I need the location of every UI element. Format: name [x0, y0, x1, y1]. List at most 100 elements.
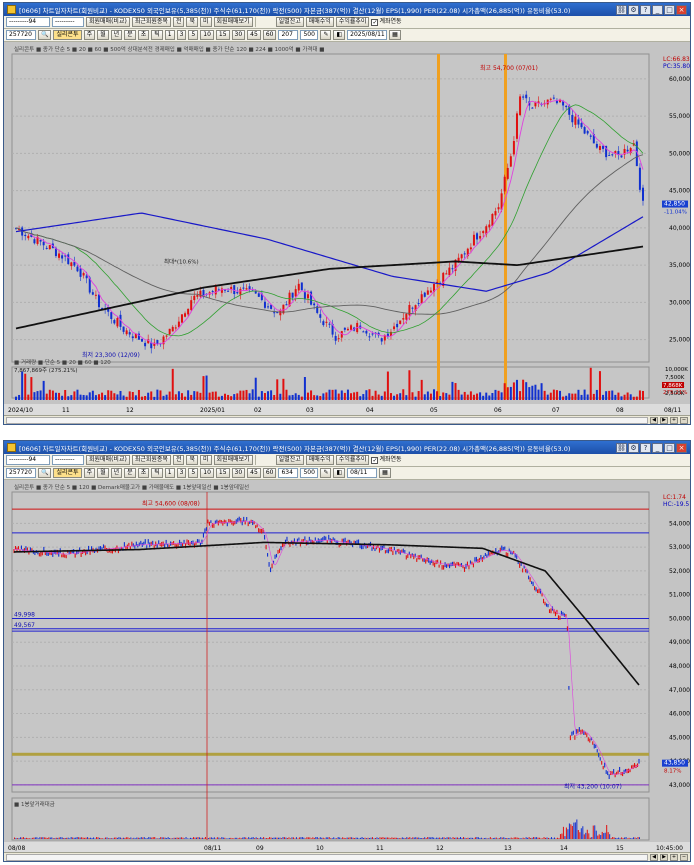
bar-total-input[interactable]: 500 — [300, 468, 319, 478]
search-icon[interactable]: 🔍 — [38, 468, 52, 478]
draw-tool-icon[interactable]: ✎ — [320, 30, 332, 40]
unfilled-button[interactable]: 미 — [200, 17, 212, 27]
stock-name-field[interactable]: 실리콘투 — [53, 30, 82, 40]
stock-code-input[interactable]: 257720 — [6, 30, 36, 40]
link-icon[interactable]: ⛓ — [616, 442, 627, 453]
settings-icon[interactable]: ⚙ — [628, 442, 639, 453]
maximize-icon[interactable]: □ — [664, 442, 675, 453]
maximize-icon[interactable]: □ — [664, 4, 675, 15]
period-10[interactable]: 10 — [200, 30, 214, 40]
search-icon[interactable]: 🔍 — [38, 30, 52, 40]
return-trend-button[interactable]: 수익률추이 — [335, 17, 370, 27]
daily-chart-svg[interactable]: 60,000 55,000 50,000 45,000 40,000 35,000 30,0… — [4, 42, 690, 415]
bar-total-input[interactable]: 500 — [300, 30, 319, 40]
daily-balance-button[interactable]: 일별잔고 — [275, 17, 304, 27]
link-icon[interactable]: ⛓ — [616, 4, 627, 15]
prev-button[interactable]: 전 — [172, 455, 185, 465]
bar-count-input[interactable]: 634 — [278, 468, 299, 478]
member-compare-button[interactable]: 회원매매(비교) — [86, 17, 130, 27]
period-1[interactable]: 1 — [164, 30, 175, 40]
calendar-icon[interactable]: ▦ — [379, 468, 391, 478]
period-15[interactable]: 15 — [215, 468, 230, 478]
date-input[interactable]: 2025/08/11 — [347, 30, 388, 40]
period-3[interactable]: 3 — [176, 30, 187, 40]
period-10[interactable]: 10 — [200, 468, 214, 478]
return-trend-button[interactable]: 수익률추이 — [335, 455, 370, 465]
bar-count-input[interactable]: 207 — [278, 30, 299, 40]
book-button[interactable]: 북 — [186, 17, 198, 27]
period-year[interactable]: 년 — [110, 30, 123, 40]
period-5[interactable]: 5 — [188, 468, 199, 478]
stock-name-field[interactable]: 실리콘투 — [53, 468, 82, 478]
chart-scrollbar[interactable] — [6, 416, 648, 424]
minute-chart-svg[interactable]: 54,000 53,000 52,000 51,000 50,000 49,000 48,0… — [4, 480, 690, 852]
member-compare-button[interactable]: 회원매매(비교) — [86, 455, 130, 465]
scroll-right-icon[interactable]: ▶ — [660, 416, 668, 424]
zoom-out-icon[interactable]: − — [680, 853, 688, 861]
trade-profit-button[interactable]: 매매수익 — [305, 17, 334, 27]
member-combo[interactable]: --------- — [52, 17, 84, 27]
close-icon[interactable]: × — [676, 442, 687, 453]
close-icon[interactable]: × — [676, 4, 687, 15]
zoom-in-icon[interactable]: + — [670, 416, 678, 424]
color-tool-icon[interactable]: ◧ — [333, 468, 346, 478]
period-tick[interactable]: 틱 — [151, 30, 163, 40]
period-week[interactable]: 주 — [83, 468, 96, 478]
period-60[interactable]: 60 — [262, 30, 277, 40]
volume-bar — [564, 836, 566, 839]
date-input[interactable]: 08/11 — [347, 468, 378, 478]
chart-scrollbar[interactable] — [6, 853, 648, 861]
chart-area-bottom[interactable]: 54,000 53,000 52,000 51,000 50,000 49,000 48,0… — [4, 480, 690, 852]
period-tick[interactable]: 틱 — [151, 468, 163, 478]
window-titlebar[interactable]: [0606] 차트일자차트(회원비교) - KODEX50 외국인보유(5,38… — [4, 441, 690, 454]
window-titlebar[interactable]: [0606] 차트일자차트(회원비교) - KODEX50 외국인보유(5,38… — [4, 3, 690, 16]
period-5[interactable]: 5 — [188, 30, 199, 40]
minimize-icon[interactable]: _ — [652, 442, 663, 453]
member-view-button[interactable]: 회원매매보기 — [213, 455, 253, 465]
period-45[interactable]: 45 — [247, 468, 261, 478]
book-button[interactable]: 북 — [186, 455, 198, 465]
period-second[interactable]: 초 — [137, 468, 150, 478]
zoom-out-icon[interactable]: − — [680, 416, 688, 424]
help-icon[interactable]: ? — [640, 442, 651, 453]
period-30[interactable]: 30 — [231, 30, 246, 40]
period-1[interactable]: 1 — [164, 468, 175, 478]
period-45[interactable]: 45 — [247, 30, 261, 40]
period-3[interactable]: 3 — [176, 468, 187, 478]
member-view-button[interactable]: 회원매매보기 — [213, 17, 253, 27]
period-15[interactable]: 15 — [215, 30, 230, 40]
recent-member-button[interactable]: 최근회원종목 — [131, 455, 171, 465]
chart-area-top[interactable]: 60,000 55,000 50,000 45,000 40,000 35,000 30,0… — [4, 42, 690, 415]
account-combo[interactable]: ---------94 — [6, 455, 50, 465]
period-second[interactable]: 초 — [137, 30, 150, 40]
trade-profit-button[interactable]: 매매수익 — [305, 455, 334, 465]
account-combo[interactable]: ---------94 — [6, 17, 50, 27]
account-link-checkbox[interactable]: ✓ 계좌연동 — [371, 455, 402, 465]
period-60[interactable]: 60 — [262, 468, 277, 478]
recent-member-button[interactable]: 최근회원종목 — [131, 17, 171, 27]
scroll-left-icon[interactable]: ◀ — [650, 416, 658, 424]
period-30[interactable]: 30 — [231, 468, 246, 478]
period-minute[interactable]: 분 — [124, 30, 136, 40]
settings-icon[interactable]: ⚙ — [628, 4, 639, 15]
help-icon[interactable]: ? — [640, 4, 651, 15]
color-tool-icon[interactable]: ◧ — [333, 30, 346, 40]
unfilled-button[interactable]: 미 — [200, 455, 212, 465]
draw-tool-icon[interactable]: ✎ — [320, 468, 332, 478]
period-month[interactable]: 월 — [97, 30, 109, 40]
period-minute[interactable]: 분 — [124, 468, 136, 478]
zoom-in-icon[interactable]: + — [670, 853, 678, 861]
prev-button[interactable]: 전 — [172, 17, 185, 27]
minimize-icon[interactable]: _ — [652, 4, 663, 15]
stock-code-input[interactable]: 257720 — [6, 468, 36, 478]
calendar-icon[interactable]: ▦ — [389, 30, 401, 40]
period-week[interactable]: 주 — [83, 30, 96, 40]
period-year[interactable]: 년 — [110, 468, 123, 478]
member-combo[interactable]: --------- — [52, 455, 84, 465]
candle-body — [463, 253, 466, 255]
scroll-left-icon[interactable]: ◀ — [650, 853, 658, 861]
scroll-right-icon[interactable]: ▶ — [660, 853, 668, 861]
account-link-checkbox[interactable]: ✓ 계좌연동 — [371, 17, 402, 27]
daily-balance-button[interactable]: 일별잔고 — [275, 455, 304, 465]
period-month[interactable]: 월 — [97, 468, 109, 478]
